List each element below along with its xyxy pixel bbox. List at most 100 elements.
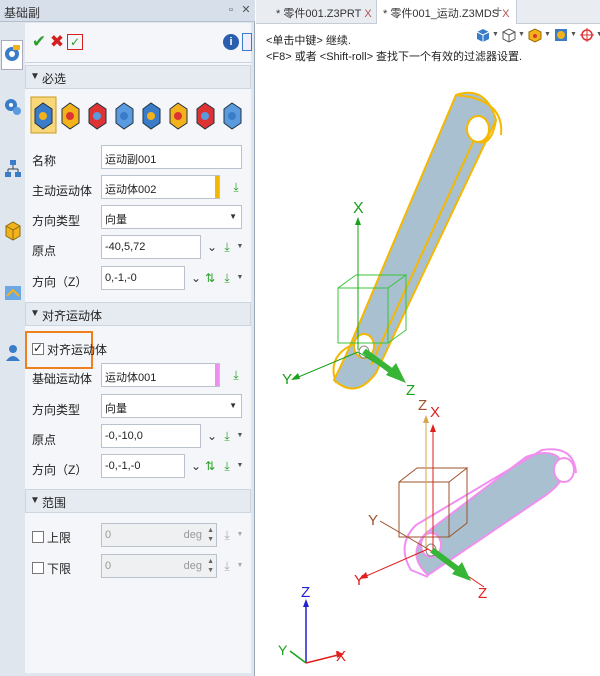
- spinner-icon[interactable]: ▲ ▼: [207, 526, 214, 544]
- collapse-arrow-icon: ▼: [30, 71, 40, 82]
- pick-point-icon[interactable]: ⤓: [220, 238, 234, 256]
- unit-label: deg: [183, 529, 202, 541]
- cancel-icon[interactable]: ✖: [47, 32, 67, 52]
- upper-limit-checkbox[interactable]: [32, 531, 44, 543]
- pin-icon[interactable]: ▫: [224, 3, 238, 17]
- section-title: 对齐运动体: [42, 309, 103, 323]
- joint-form: ✔ ✖ ✓ i ▼ 必选 名称 运动副001 主动运动体 运动体002 ⤓ 方向…: [25, 23, 252, 673]
- expand-chevron-icon[interactable]: ⌄: [205, 238, 219, 256]
- joint-type-planar-icon[interactable]: [166, 97, 191, 133]
- axis-label-x-frame: X: [430, 404, 440, 421]
- dir-type-label: 方向类型: [32, 214, 81, 228]
- tree-icon: [5, 160, 21, 177]
- apply-icon[interactable]: ✓: [67, 34, 83, 50]
- joint-type-revolute-icon[interactable]: [30, 96, 57, 134]
- origin-field[interactable]: -0,-10,0: [101, 424, 201, 448]
- range-section-header[interactable]: ▼ 范围: [25, 489, 251, 513]
- panel-title-bar: 基础副 ▫ ✕: [0, 0, 255, 22]
- name-label: 名称: [32, 154, 57, 168]
- main-body-field[interactable]: 运动体002: [101, 175, 220, 199]
- pick-direction-icon[interactable]: ⤓: [220, 269, 234, 287]
- panel-title: 基础副: [4, 6, 41, 20]
- menu-arrow-icon[interactable]: ▼: [233, 238, 247, 256]
- main-body-label: 主动运动体: [32, 184, 93, 198]
- collapse-arrow-icon: ▼: [30, 308, 40, 319]
- tab-part-file[interactable]: * 零件001.Z3PRT X: [270, 0, 378, 24]
- 3d-viewport[interactable]: <单击中键> 继续. <F8> 或者 <Shift-roll> 查找下一个有效的…: [256, 25, 600, 676]
- direction-field[interactable]: -0,-1,-0: [101, 454, 185, 478]
- axis-label-x: X: [353, 200, 364, 217]
- info-icon[interactable]: i: [223, 34, 239, 50]
- expand-chevron-icon[interactable]: ⌄: [205, 427, 219, 445]
- upper-limit-value: 0: [105, 529, 112, 541]
- pick-value-icon[interactable]: ⤓: [220, 557, 234, 575]
- color-swatch: [215, 176, 219, 198]
- tab-user[interactable]: [3, 342, 23, 364]
- menu-arrow-icon[interactable]: ▼: [233, 557, 247, 575]
- tab-part[interactable]: [3, 220, 23, 242]
- tab-label: * 零件001_运动.Z3MDS: [383, 8, 500, 20]
- base-body-value: 运动体001: [105, 372, 157, 384]
- axis-label-y-frame: Y: [368, 512, 378, 529]
- pick-value-icon[interactable]: ⤓: [220, 526, 234, 544]
- dir-type-select[interactable]: 向量 ▼: [101, 394, 242, 418]
- dir-type-select[interactable]: 向量 ▼: [101, 205, 242, 229]
- align-section-header[interactable]: ▼ 对齐运动体: [25, 302, 251, 326]
- tab-assembly[interactable]: [3, 282, 23, 304]
- pick-point-icon[interactable]: ⤓: [220, 427, 234, 445]
- name-field[interactable]: 运动副001: [101, 145, 242, 169]
- pick-direction-icon[interactable]: ⤓: [220, 457, 234, 475]
- reverse-direction-icon[interactable]: ⇅: [203, 457, 217, 475]
- expand-chevron-icon[interactable]: ⌄: [189, 457, 203, 475]
- reverse-direction-icon[interactable]: ⇅: [203, 269, 217, 287]
- section-title: 必选: [42, 72, 67, 86]
- direction-field[interactable]: 0,-1,-0: [101, 266, 185, 290]
- document-icon[interactable]: [242, 33, 252, 51]
- unit-label: deg: [183, 560, 202, 572]
- spinner-icon[interactable]: ▲ ▼: [207, 557, 214, 575]
- required-section-header[interactable]: ▼ 必选: [25, 65, 251, 89]
- lower-limit-checkbox[interactable]: [32, 562, 44, 574]
- joint-type-icons: [30, 96, 245, 134]
- joint-type-spherical-icon[interactable]: [139, 97, 164, 133]
- tab-tree[interactable]: [3, 158, 23, 180]
- menu-arrow-icon[interactable]: ▼: [233, 269, 247, 287]
- joint-type-universal-icon[interactable]: [193, 97, 218, 133]
- gears-icon: [5, 99, 21, 115]
- dropdown-arrow-icon: ▼: [229, 212, 237, 221]
- upper-limit-label: 上限: [47, 531, 72, 545]
- upper-limit-field[interactable]: 0 deg ▲ ▼: [101, 523, 217, 547]
- axis-label-z-lower: Z: [478, 585, 487, 602]
- new-tab-button[interactable]: +: [488, 0, 508, 24]
- joint-type-screw-icon[interactable]: [112, 97, 137, 133]
- checkmark-icon[interactable]: ✔: [29, 32, 49, 52]
- menu-arrow-icon[interactable]: ▼: [233, 427, 247, 445]
- model-canvas: X Y Z Z X Y Y Z Z X Y: [278, 91, 577, 665]
- pick-arrow-icon[interactable]: ⤓: [229, 178, 243, 196]
- align-checkbox-label: 对齐运动体: [47, 343, 108, 357]
- joint-type-cylindrical-icon[interactable]: [85, 97, 110, 133]
- lower-limit-label: 下限: [47, 562, 72, 576]
- axis-label-y-lower: Y: [354, 572, 364, 589]
- base-body-field[interactable]: 运动体001: [101, 363, 220, 387]
- lower-limit-field[interactable]: 0 deg ▲ ▼: [101, 554, 217, 578]
- assembly-icon: [5, 286, 21, 300]
- lower-limit-value: 0: [105, 560, 112, 572]
- close-icon[interactable]: ✕: [239, 3, 253, 17]
- axis-label-y: Y: [282, 371, 292, 388]
- joint-type-prismatic-icon[interactable]: [58, 97, 83, 133]
- part-box-icon: [5, 221, 21, 241]
- link-upper[interactable]: [332, 91, 503, 390]
- joint-type-fixed-icon[interactable]: [220, 97, 245, 133]
- align-checkbox[interactable]: [32, 341, 44, 355]
- user-icon: [6, 345, 20, 361]
- tab-joint[interactable]: [1, 40, 23, 70]
- pick-arrow-icon[interactable]: ⤓: [229, 366, 243, 384]
- tab-gears[interactable]: [3, 96, 23, 118]
- expand-chevron-icon[interactable]: ⌄: [189, 269, 203, 287]
- close-tab-icon[interactable]: X: [364, 8, 371, 20]
- origin-field[interactable]: -40,5,72: [101, 235, 201, 259]
- base-body-label: 基础运动体: [32, 372, 93, 386]
- menu-arrow-icon[interactable]: ▼: [233, 457, 247, 475]
- menu-arrow-icon[interactable]: ▼: [233, 526, 247, 544]
